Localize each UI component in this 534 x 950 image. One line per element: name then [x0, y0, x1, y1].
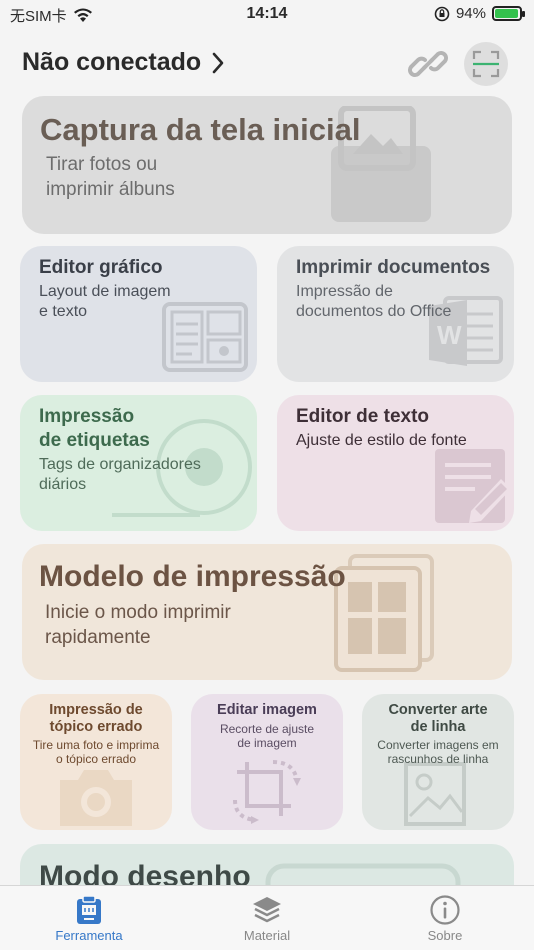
card-title: Impressão de etiquetas: [39, 406, 150, 451]
card-subtitle: Layout de imagem e texto: [39, 283, 171, 320]
chevron-right-icon: [212, 52, 224, 73]
tab-material[interactable]: Material: [207, 892, 327, 943]
card-title: Converter arte de linha: [388, 702, 488, 735]
svg-text:W: W: [437, 320, 462, 350]
card-title: Imprimir documentos: [296, 257, 491, 278]
card-title: Captura da tela inicial: [40, 112, 361, 147]
line-art-convert-card[interactable]: Converter arte de linha Converter imagen…: [362, 694, 514, 830]
card-subtitle: Tirar fotos ou imprimir álbuns: [46, 154, 175, 200]
card-subtitle: Inicie o modo imprimir rapidamente: [45, 602, 231, 648]
connection-status-button[interactable]: Não conectado: [22, 48, 225, 77]
label-printing-card[interactable]: Impressão de etiquetas Tags de organizad…: [20, 395, 257, 531]
card-title: Editor gráfico: [39, 257, 163, 278]
print-template-card[interactable]: Modelo de impressão Inicie o modo imprim…: [22, 544, 512, 680]
header: Não conectado: [22, 42, 508, 86]
image-frame-icon: [404, 762, 466, 826]
graphic-layout-icon: [162, 302, 248, 372]
link-icon: [408, 51, 448, 77]
battery-icon: [492, 6, 525, 21]
status-bar: 无SIM卡 14:14 94%: [0, 0, 534, 30]
card-title: Editar imagem: [217, 702, 317, 718]
scan-icon: [472, 50, 500, 78]
note-edit-icon: [435, 449, 511, 523]
toolbox-icon: [77, 895, 101, 924]
layers-icon: [253, 897, 281, 923]
card-subtitle: Converter imagens em rascunhos de linha: [377, 738, 499, 766]
card-subtitle: Ajuste de estilo de fonte: [296, 432, 467, 449]
edit-image-card[interactable]: Editar imagem Recorte de ajuste de image…: [191, 694, 343, 830]
tab-tools[interactable]: Ferramenta: [29, 892, 149, 943]
bottom-tab-bar: Ferramenta Material Sobre: [0, 885, 534, 950]
text-editor-card[interactable]: Editor de texto Ajuste de estilo de font…: [277, 395, 514, 531]
home-screen-capture-card[interactable]: Captura da tela inicial Tirar fotos ou i…: [22, 96, 512, 234]
connection-label: Não conectado: [22, 48, 202, 76]
print-documents-card[interactable]: W Imprimir documentos Impressão de docum…: [277, 246, 514, 382]
card-subtitle: Tire uma foto e imprima o tópico errado: [32, 738, 160, 766]
info-icon: [430, 895, 460, 925]
tab-label: Ferramenta: [55, 928, 123, 943]
card-title: Impressão de tópico errado: [49, 702, 143, 735]
link-button[interactable]: [408, 44, 448, 84]
tab-label: Material: [243, 928, 291, 943]
camera-icon: [60, 770, 132, 826]
crop-rotate-icon: [233, 760, 301, 824]
card-subtitle: Recorte de ajuste de imagem: [219, 722, 315, 750]
card-subtitle: Tags de organizadores diários: [39, 456, 201, 493]
graphic-editor-card[interactable]: Editor gráfico Layout de imagem e texto: [20, 246, 257, 382]
template-layout-icon: [334, 554, 434, 672]
battery-percent: 94%: [455, 5, 486, 22]
scan-button[interactable]: [464, 42, 508, 86]
card-title: Modelo de impressão: [39, 560, 346, 593]
card-subtitle: Impressão de documentos do Office: [296, 283, 452, 320]
wrong-topic-print-card[interactable]: Impressão de tópico errado Tire uma foto…: [20, 694, 172, 830]
tab-label: Sobre: [427, 928, 463, 943]
orientation-lock-icon: [434, 6, 450, 21]
tab-about[interactable]: Sobre: [385, 892, 505, 943]
card-title: Editor de texto: [296, 406, 430, 427]
